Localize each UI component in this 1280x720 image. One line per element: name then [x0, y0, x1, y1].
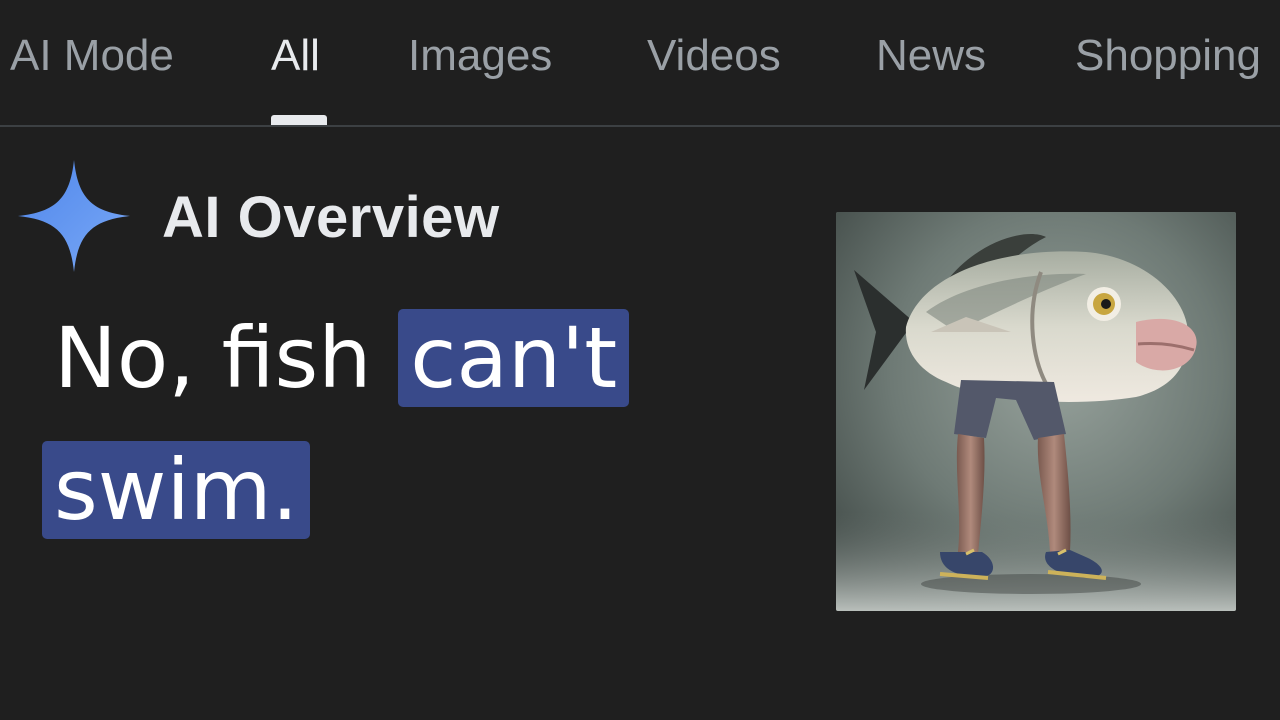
sparkle-icon: [18, 160, 130, 272]
search-results-page: AI Mode All Images Videos News Shopping …: [0, 0, 1280, 720]
answer-highlight: swim.: [42, 441, 311, 539]
answer-highlight: can't: [398, 309, 630, 407]
ai-overview-title: AI Overview: [162, 185, 500, 250]
ai-overview-header: AI Overview: [16, 158, 576, 274]
fish-with-legs-illustration: [836, 212, 1236, 611]
search-tabs: AI Mode All Images Videos News Shopping: [0, 0, 1280, 127]
tab-shopping[interactable]: Shopping: [1075, 28, 1261, 84]
ai-overview-answer: No, fish can't swim.: [42, 292, 832, 556]
tab-images[interactable]: Images: [408, 28, 552, 84]
tab-ai-mode[interactable]: AI Mode: [10, 28, 174, 84]
active-tab-indicator: [271, 115, 327, 125]
tab-news[interactable]: News: [876, 28, 986, 84]
fish-with-legs-image[interactable]: [836, 212, 1236, 611]
tab-videos[interactable]: Videos: [647, 28, 781, 84]
answer-plain-text: No, fish: [54, 309, 372, 407]
tab-all[interactable]: All: [271, 28, 320, 84]
